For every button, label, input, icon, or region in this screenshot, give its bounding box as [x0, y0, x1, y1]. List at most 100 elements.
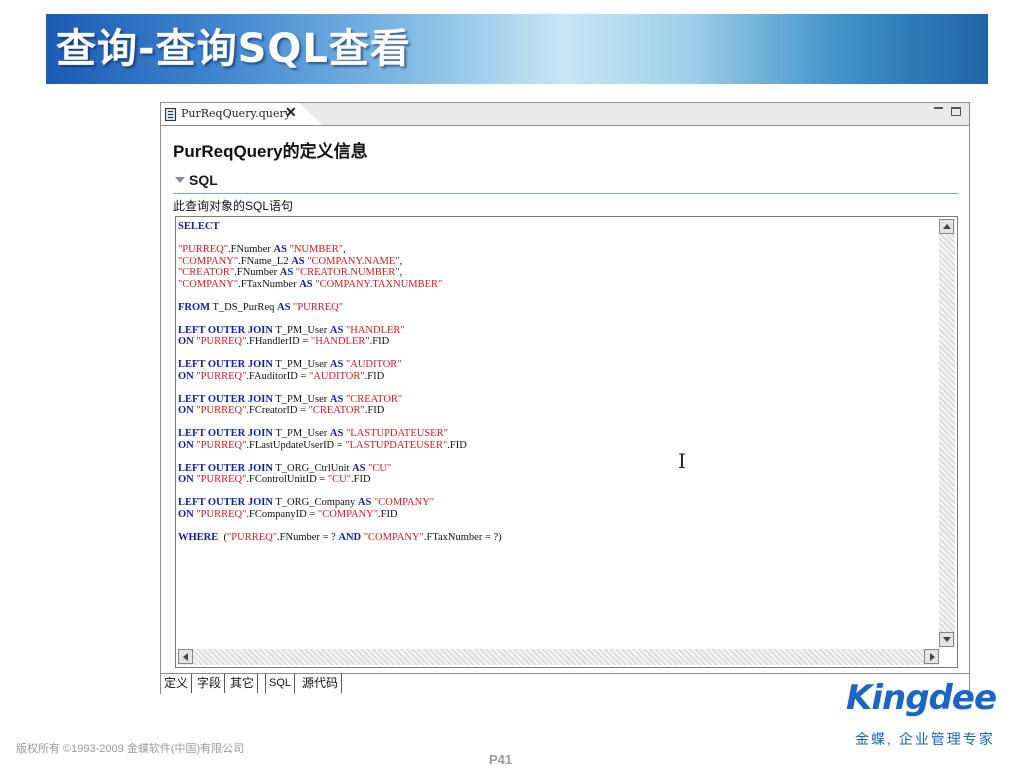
sql-token: .FName_L2	[238, 255, 292, 267]
sql-line: LEFT OUTER JOIN T_PM_User AS "LASTUPDATE…	[178, 428, 448, 439]
sql-token: T_PM_User	[272, 359, 330, 370]
section-description: 此查询对象的SQL语句	[173, 199, 294, 213]
tab-other[interactable]: 其它	[227, 674, 259, 693]
vertical-scrollbar[interactable]	[939, 219, 955, 647]
sql-string: "PURREQ"	[196, 474, 247, 485]
tab-source-code[interactable]: 源代码	[299, 674, 343, 693]
sql-token: .FID	[351, 474, 371, 485]
scroll-right-icon[interactable]	[924, 649, 939, 664]
kingdee-logo: Kingdee	[846, 678, 997, 718]
sql-string: "PURREQ"	[196, 508, 247, 520]
brand-slogan: 金蝶, 企业管理专家	[855, 731, 995, 747]
sql-code[interactable]: SELECT "PURREQ".FNumber AS "NUMBER", "CO…	[178, 221, 502, 543]
sql-token: T_ORG_CtrlUnit	[272, 462, 353, 474]
sql-string: "PURREQ"	[196, 336, 247, 347]
sql-keyword: ON	[178, 370, 194, 382]
sql-token: .FHandlerID =	[246, 336, 311, 347]
sql-string: "HANDLER"	[310, 336, 370, 347]
sql-string: "LASTUPDATEUSER"	[345, 428, 448, 439]
sql-string: "CU"	[327, 474, 352, 485]
sql-line: LEFT OUTER JOIN T_PM_User AS "HANDLER"	[178, 325, 405, 336]
sql-keyword: WHERE	[178, 531, 219, 543]
sql-string: "PURREQ"	[293, 301, 344, 313]
sql-token: .FID	[364, 370, 385, 382]
sql-keyword: AS	[329, 359, 344, 370]
editor-tab-bar: PurReqQuery.query ✕	[161, 103, 969, 126]
sql-keyword: ON	[178, 405, 194, 416]
sql-string: "CU"	[368, 462, 392, 474]
sql-token: .FLastUpdateUserID =	[246, 439, 346, 451]
sql-token: .FControlUnitID =	[246, 474, 328, 485]
sql-string: "HANDLER"	[345, 324, 405, 336]
sql-token: .FID	[364, 405, 385, 416]
sql-string: "PURREQ"	[196, 370, 247, 382]
sql-token: .FID	[378, 508, 398, 520]
sql-section-header[interactable]: SQL	[173, 171, 958, 194]
sql-keyword: SELECT	[178, 221, 220, 232]
copyright-text: 版权所有 ©1993-2009 金蝶软件(中国)有限公司	[16, 743, 245, 755]
sql-line: ON "PURREQ".FCompanyID = "COMPANY".FID	[178, 509, 398, 520]
sql-keyword: AS	[352, 462, 366, 474]
sql-keyword: ON	[178, 508, 194, 520]
sql-string: "COMPANY"	[317, 508, 379, 520]
close-icon[interactable]: ✕	[285, 104, 297, 121]
sql-keyword: ON	[178, 474, 194, 485]
sql-keyword: AS	[276, 301, 291, 313]
scroll-down-icon[interactable]	[939, 632, 954, 647]
sql-token: .FCreatorID =	[246, 405, 309, 416]
sql-line: "COMPANY".FTaxNumber AS "COMPANY.TAXNUMB…	[178, 279, 442, 290]
tab-sql[interactable]: SQL	[265, 674, 296, 694]
minimize-icon[interactable]	[934, 107, 943, 109]
sql-text-area[interactable]: SELECT "PURREQ".FNumber AS "NUMBER", "CO…	[175, 216, 958, 668]
sql-token: ,	[399, 267, 403, 278]
sql-line: LEFT OUTER JOIN T_ORG_Company AS "COMPAN…	[178, 497, 434, 508]
section-title: SQL	[189, 172, 218, 188]
sql-keyword: AS	[273, 244, 287, 255]
sql-keyword: AS	[329, 324, 344, 336]
sql-token: (	[218, 531, 228, 543]
tab-definition[interactable]: 定义	[161, 674, 193, 693]
collapse-twisty-icon[interactable]	[175, 177, 185, 183]
sql-keyword: AS	[357, 497, 372, 508]
maximize-icon[interactable]	[951, 107, 961, 116]
sql-keyword: AS	[279, 267, 294, 278]
sql-token: .FCompanyID =	[246, 508, 318, 520]
tab-fields[interactable]: 字段	[194, 674, 226, 693]
sql-line: ON "PURREQ".FCreatorID = "CREATOR".FID	[178, 405, 384, 416]
sql-token: T_ORG_Company	[272, 497, 358, 508]
sql-token: T_DS_PurReq	[210, 301, 277, 313]
sql-string: "COMPANY"	[178, 278, 239, 290]
sql-token: ,	[343, 244, 346, 255]
editor-tab[interactable]: PurReqQuery.query ✕	[161, 103, 323, 125]
sql-token: .FNumber	[228, 244, 274, 255]
sql-keyword: AS	[291, 255, 305, 267]
scroll-left-icon[interactable]	[178, 649, 193, 664]
sql-line: LEFT OUTER JOIN T_ORG_CtrlUnit AS "CU"	[178, 463, 391, 474]
slide-title: 查询-查询SQL查看	[56, 26, 411, 72]
sql-string: "PURREQ"	[227, 531, 278, 543]
sql-line: "PURREQ".FNumber AS "NUMBER",	[178, 244, 346, 255]
sql-string: "CREATOR"	[178, 267, 235, 278]
editor-tab-label: PurReqQuery.query	[181, 107, 291, 120]
page-number: P41	[489, 752, 513, 767]
text-cursor-icon: I	[678, 449, 686, 473]
scroll-up-icon[interactable]	[939, 219, 954, 234]
sql-token: .FID	[369, 336, 390, 347]
query-file-icon	[165, 108, 176, 121]
horizontal-scrollbar[interactable]	[178, 649, 939, 665]
sql-line: ON "PURREQ".FControlUnitID = "CU".FID	[178, 474, 371, 485]
sql-keyword: LEFT OUTER JOIN	[178, 324, 273, 336]
sql-string: "CREATOR"	[308, 405, 365, 416]
sql-string: "AUDITOR"	[345, 359, 402, 370]
sql-string: "LASTUPDATEUSER"	[345, 439, 448, 451]
sql-keyword: ON	[178, 336, 194, 347]
sql-token: .FTaxNumber = ?)	[423, 531, 502, 543]
sql-string: "COMPANY"	[373, 497, 435, 508]
sql-token: .FTaxNumber	[238, 278, 300, 290]
sql-token: .FNumber	[234, 267, 280, 278]
sql-string: "AUDITOR"	[308, 370, 365, 382]
sql-line: SELECT	[178, 221, 219, 232]
sql-token: T_PM_User	[272, 324, 330, 336]
sql-token: T_PM_User	[272, 428, 330, 439]
sql-keyword: LEFT OUTER JOIN	[178, 462, 273, 474]
